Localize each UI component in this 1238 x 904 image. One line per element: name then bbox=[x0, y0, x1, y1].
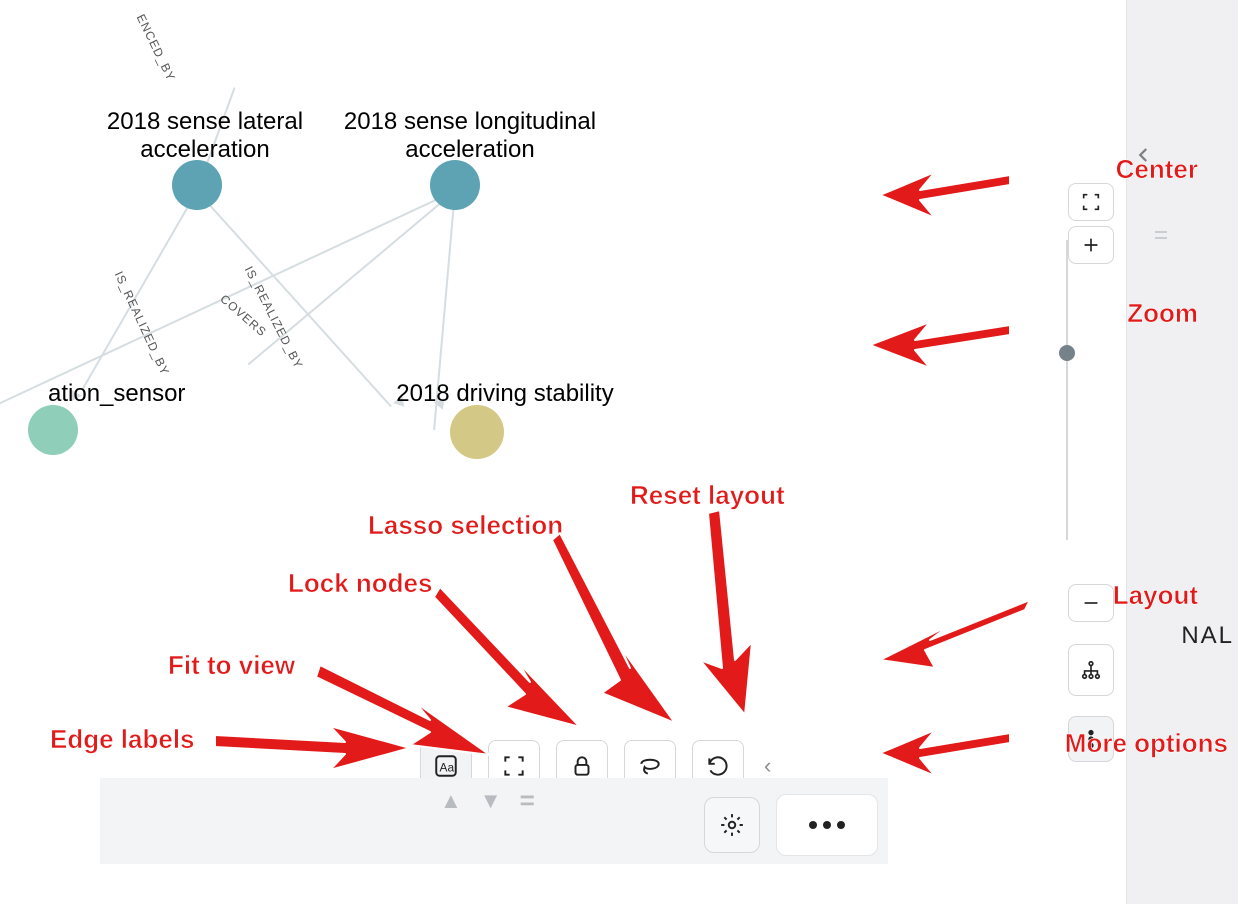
panel-resize-handle[interactable]: ▲ ▼ = bbox=[440, 785, 535, 816]
node-label-lateral: 2018 sense lateral acceleration bbox=[95, 108, 315, 163]
center-button[interactable] bbox=[1068, 183, 1114, 221]
node-stability[interactable] bbox=[450, 405, 504, 459]
node-label-sensor: ation_sensor bbox=[48, 380, 185, 408]
node-label-stability: 2018 driving stability bbox=[380, 380, 630, 408]
annotation-zoom: Zoom bbox=[1127, 298, 1198, 329]
annotation-lasso: Lasso selection bbox=[368, 510, 563, 541]
layout-button[interactable] bbox=[1068, 644, 1114, 696]
zoom-in-button[interactable] bbox=[1068, 226, 1114, 264]
lasso-icon bbox=[637, 753, 663, 779]
annotation-center: Center bbox=[1116, 154, 1198, 185]
annotation-layout: Layout bbox=[1113, 580, 1198, 611]
side-rail bbox=[1126, 0, 1238, 904]
dot-icon bbox=[809, 821, 817, 829]
annotation-more: More options bbox=[1065, 728, 1228, 759]
node-longitudinal[interactable] bbox=[430, 160, 480, 210]
annotation-lock: Lock nodes bbox=[288, 568, 432, 599]
chevron-left-icon[interactable]: ‹ bbox=[764, 753, 771, 779]
plus-icon bbox=[1080, 234, 1102, 256]
rail-top bbox=[1126, 0, 1238, 570]
gear-icon bbox=[719, 812, 745, 838]
zoom-slider-track[interactable] bbox=[1066, 240, 1068, 540]
equals-icon: = bbox=[520, 785, 535, 816]
minus-icon bbox=[1080, 592, 1102, 614]
annotation-fit: Fit to view bbox=[168, 650, 295, 681]
hierarchy-icon bbox=[1080, 659, 1102, 681]
expand-icon bbox=[501, 753, 527, 779]
dot-icon bbox=[823, 821, 831, 829]
zoom-out-button[interactable] bbox=[1068, 584, 1114, 622]
overflow-menu-button[interactable] bbox=[776, 794, 878, 856]
center-icon bbox=[1080, 191, 1102, 213]
screenshot-stage: ENCED_BY IS_REALIZED_BY COVERS IS_REALIZ… bbox=[0, 0, 1238, 904]
lock-icon bbox=[569, 753, 595, 779]
svg-text:Aa: Aa bbox=[440, 760, 455, 774]
annotation-edge-labels: Edge labels bbox=[50, 724, 195, 755]
settings-button[interactable] bbox=[704, 797, 760, 853]
dot-icon bbox=[837, 821, 845, 829]
edge-label: ENCED_BY bbox=[134, 12, 178, 83]
node-label-longitudinal: 2018 sense longitudinal acceleration bbox=[330, 108, 610, 163]
node-sensor[interactable] bbox=[28, 405, 78, 455]
caret-down-icon: ▼ bbox=[480, 788, 502, 814]
node-lateral[interactable] bbox=[172, 160, 222, 210]
drag-handle-icon[interactable] bbox=[1155, 231, 1167, 239]
sidebar-clipped-label: NAL bbox=[1181, 622, 1234, 650]
reset-icon bbox=[705, 753, 731, 779]
zoom-slider-thumb[interactable] bbox=[1059, 345, 1075, 361]
caret-up-icon: ▲ bbox=[440, 788, 462, 814]
annotation-reset: Reset layout bbox=[630, 480, 785, 511]
